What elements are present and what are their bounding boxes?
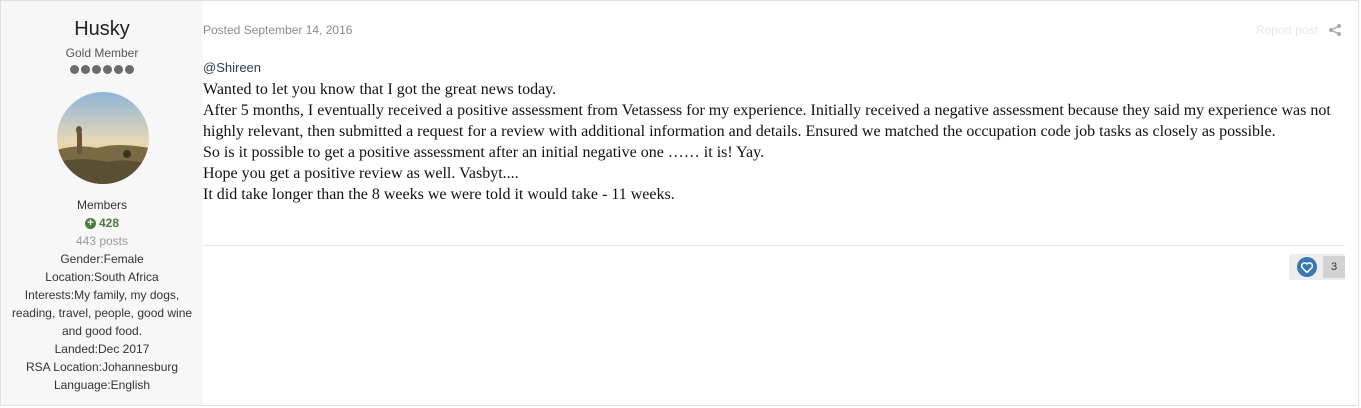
author-info: Members + 428 443 posts Gender:Female Lo… (9, 196, 195, 394)
rank-pip-icon (81, 65, 90, 74)
reputation-count: 428 (98, 216, 120, 230)
post-paragraph: Wanted to let you know that I got the gr… (203, 81, 557, 98)
rank-pip-icon (125, 65, 134, 74)
forum-post: Husky Gold Member Members + 428 443 post… (0, 0, 1359, 406)
profile-field-gender: Gender:Female (60, 252, 144, 266)
reaction-count: 3 (1323, 256, 1345, 278)
post-paragraph: After 5 months, I eventually received a … (203, 102, 1331, 140)
member-group: Members (76, 198, 127, 212)
post-paragraph: So is it possible to get a positive asse… (203, 144, 765, 161)
reaction-button[interactable]: 3 (1289, 254, 1345, 280)
post-date[interactable]: Posted September 14, 2016 (203, 23, 352, 37)
rank-pip-icon (92, 65, 101, 74)
post-paragraph: It did take longer than the 8 weeks we w… (203, 186, 675, 203)
heart-icon (1297, 257, 1317, 277)
profile-field-interests: Interests:My family, my dogs, reading, t… (11, 288, 193, 338)
rank-pip-icon (70, 65, 79, 74)
profile-field-language: Language:English (53, 378, 151, 392)
post-paragraph: Hope you get a positive review as well. … (203, 165, 519, 182)
member-rank: Gold Member (65, 46, 139, 60)
post-divider (203, 245, 1345, 246)
profile-field-landed: Landed:Dec 2017 (54, 342, 150, 356)
profile-field-rsa-location: RSA Location:Johannesburg (25, 360, 179, 374)
profile-field-location: Location:South Africa (45, 270, 159, 284)
avatar-image (57, 92, 149, 184)
mention-link[interactable]: @Shireen (203, 60, 261, 75)
share-icon[interactable] (1328, 23, 1342, 37)
avatar[interactable] (57, 92, 149, 184)
post-content: Wanted to let you know that I got the gr… (203, 79, 1348, 205)
rank-pips (1, 65, 203, 74)
rank-pip-icon (114, 65, 123, 74)
report-post-link[interactable]: Report post (1256, 23, 1318, 37)
rank-pip-icon (103, 65, 112, 74)
author-name[interactable]: Husky (1, 17, 203, 41)
author-panel: Husky Gold Member Members + 428 443 post… (1, 1, 203, 405)
reputation-badge[interactable]: + 428 (9, 214, 195, 232)
post-count: 443 posts (75, 234, 129, 248)
plus-circle-icon: + (84, 217, 96, 229)
